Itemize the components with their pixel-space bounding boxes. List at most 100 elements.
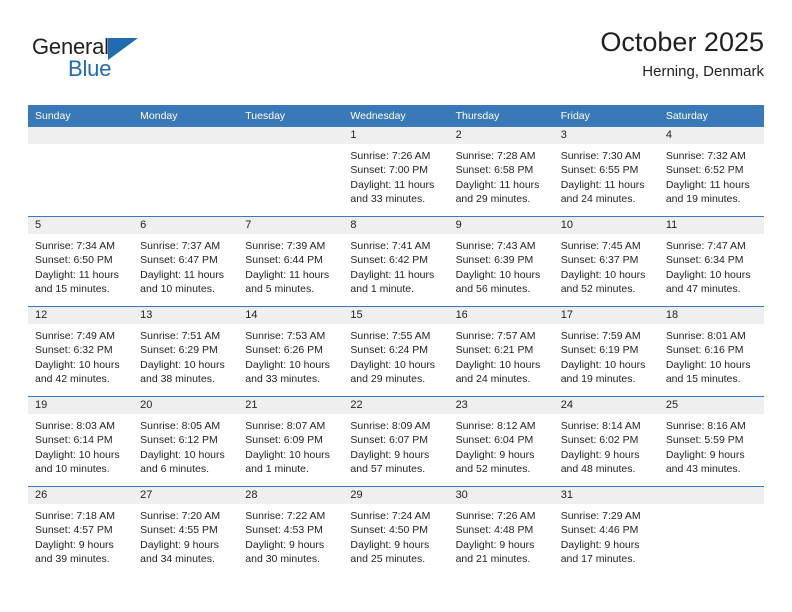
day-detail-text: Sunrise: 7:28 AM Sunset: 6:58 PM Daylight:…	[449, 144, 554, 207]
day-detail-text: Sunrise: 7:43 AM Sunset: 6:39 PM Daylight:…	[449, 234, 554, 297]
daylight-text-cont: and 33 minutes.	[350, 193, 426, 206]
sunrise-text: Sunrise: 7:32 AM	[665, 150, 746, 162]
calendar-day-cell[interactable]: 28 Sunrise: 7:22 AM Sunset: 4:53 PM Dayligh…	[238, 486, 344, 576]
day-number: 25	[658, 397, 764, 414]
daylight-text-cont: and 19 minutes.	[665, 193, 741, 206]
calendar-day-cell[interactable]: 22 Sunrise: 8:09 AM Sunset: 6:07 PM Dayligh…	[343, 396, 449, 487]
day-number: 30	[448, 487, 554, 504]
sunrise-text: Sunrise: 7:26 AM	[455, 510, 536, 522]
daylight-text-cont: and 19 minutes.	[560, 373, 636, 386]
calendar-day-cell[interactable]: 7 Sunrise: 7:39 AM Sunset: 6:44 PM Daylight…	[238, 216, 344, 307]
calendar-day-cell[interactable]: 1 Sunrise: 7:26 AM Sunset: 7:00 PM Daylight…	[343, 127, 449, 217]
day-detail-text: Sunrise: 8:07 AM Sunset: 6:09 PM Daylight:…	[238, 414, 343, 477]
day-detail-text: Sunrise: 7:49 AM Sunset: 6:32 PM Daylight:…	[28, 324, 133, 387]
day-number: 12	[28, 307, 134, 324]
day-detail-text: Sunrise: 7:26 AM Sunset: 7:00 PM Daylight:…	[343, 144, 448, 207]
calendar-day-cell[interactable]: 12 Sunrise: 7:49 AM Sunset: 6:32 PM Dayligh…	[28, 306, 134, 397]
day-detail-text: Sunrise: 7:22 AM Sunset: 4:53 PM Daylight:…	[238, 504, 343, 567]
day-number: 18	[658, 307, 764, 324]
daylight-text-cont: and 21 minutes.	[455, 553, 531, 566]
day-number: 4	[658, 127, 764, 144]
calendar-day-cell[interactable]: 21 Sunrise: 8:07 AM Sunset: 6:09 PM Dayligh…	[238, 396, 344, 487]
day-detail-text: Sunrise: 7:45 AM Sunset: 6:37 PM Daylight:…	[554, 234, 659, 297]
calendar-day-cell[interactable]: 20 Sunrise: 8:05 AM Sunset: 6:12 PM Dayligh…	[133, 396, 239, 487]
calendar-day-cell[interactable]: 26 Sunrise: 7:18 AM Sunset: 4:57 PM Dayligh…	[28, 486, 134, 576]
day-detail-text: Sunrise: 7:20 AM Sunset: 4:55 PM Daylight:…	[133, 504, 238, 567]
day-number: 8	[343, 217, 449, 234]
day-detail-text: Sunrise: 7:57 AM Sunset: 6:21 PM Daylight:…	[449, 324, 554, 387]
day-number: 26	[28, 487, 134, 504]
daylight-text-cont: and 56 minutes.	[455, 283, 531, 296]
sunset-text: Sunset: 6:24 PM	[350, 344, 429, 357]
sunset-text: Sunset: 4:57 PM	[35, 524, 113, 537]
daylight-text-cont: and 15 minutes.	[35, 283, 110, 296]
calendar-day-cell[interactable]: 16 Sunrise: 7:57 AM Sunset: 6:21 PM Dayligh…	[448, 306, 554, 397]
day-detail-text: Sunrise: 8:05 AM Sunset: 6:12 PM Daylight:…	[133, 414, 238, 477]
calendar-day-cell[interactable]: 6 Sunrise: 7:37 AM Sunset: 6:47 PM Daylight…	[133, 216, 239, 307]
day-detail-text: Sunrise: 7:53 AM Sunset: 6:26 PM Daylight:…	[238, 324, 343, 387]
calendar-day-cell[interactable]: 15 Sunrise: 7:55 AM Sunset: 6:24 PM Dayligh…	[343, 306, 449, 397]
daylight-text: Daylight: 11 hours	[350, 178, 435, 191]
sunset-text: Sunset: 6:12 PM	[140, 434, 218, 447]
calendar-day-cell[interactable]: 27 Sunrise: 7:20 AM Sunset: 4:55 PM Dayligh…	[133, 486, 239, 576]
daylight-text: Daylight: 10 hours	[245, 448, 330, 461]
day-number: 27	[133, 487, 239, 504]
sunrise-text: Sunrise: 8:09 AM	[350, 420, 431, 432]
sunrise-text: Sunrise: 8:16 AM	[665, 420, 746, 432]
day-number: 17	[553, 307, 659, 324]
calendar-day-cell[interactable]: 5 Sunrise: 7:34 AM Sunset: 6:50 PM Daylight…	[28, 216, 134, 307]
day-number: 11	[658, 217, 764, 234]
sunrise-text: Sunrise: 7:59 AM	[560, 330, 641, 342]
logo-triangle-icon	[108, 38, 138, 60]
calendar-day-cell[interactable]: 14 Sunrise: 7:53 AM Sunset: 6:26 PM Dayligh…	[238, 306, 344, 397]
sunset-text: Sunset: 6:09 PM	[245, 434, 323, 447]
daylight-text-cont: and 17 minutes.	[560, 553, 636, 566]
day-detail-text: Sunrise: 7:59 AM Sunset: 6:19 PM Daylight:…	[554, 324, 659, 387]
daylight-text: Daylight: 10 hours	[140, 448, 225, 461]
sunset-text: Sunset: 6:37 PM	[560, 254, 639, 267]
calendar-day-cell[interactable]: 18 Sunrise: 8:01 AM Sunset: 6:16 PM Dayligh…	[658, 306, 764, 397]
sunset-text: Sunset: 7:00 PM	[350, 164, 429, 177]
sunset-text: Sunset: 6:21 PM	[455, 344, 534, 357]
daylight-text: Daylight: 9 hours	[35, 538, 114, 551]
calendar-day-cell[interactable]: 11 Sunrise: 7:47 AM Sunset: 6:34 PM Dayligh…	[658, 216, 764, 307]
daylight-text: Daylight: 9 hours	[245, 538, 325, 551]
calendar-day-cell[interactable]: 25 Sunrise: 8:16 AM Sunset: 5:59 PM Dayligh…	[658, 396, 764, 487]
day-number: 23	[448, 397, 554, 414]
calendar-day-cell[interactable]: 17 Sunrise: 7:59 AM Sunset: 6:19 PM Dayligh…	[553, 306, 659, 397]
calendar-day-cell[interactable]: 19 Sunrise: 8:03 AM Sunset: 6:14 PM Dayligh…	[28, 396, 134, 487]
sunrise-text: Sunrise: 7:28 AM	[455, 150, 536, 162]
day-number: 7	[238, 217, 344, 234]
sunrise-text: Sunrise: 7:26 AM	[350, 150, 431, 162]
calendar-day-cell[interactable]: 4 Sunrise: 7:32 AM Sunset: 6:52 PM Daylight…	[658, 127, 764, 217]
day-detail-text: Sunrise: 8:03 AM Sunset: 6:14 PM Daylight:…	[28, 414, 133, 477]
calendar-day-cell[interactable]: 31 Sunrise: 7:29 AM Sunset: 4:46 PM Dayligh…	[553, 486, 659, 576]
sunrise-text: Sunrise: 8:12 AM	[455, 420, 536, 432]
daylight-text: Daylight: 9 hours	[560, 538, 640, 551]
general-blue-logo[interactable]: General Blue	[32, 34, 162, 86]
daylight-text-cont: and 42 minutes.	[35, 373, 110, 386]
daylight-text: Daylight: 9 hours	[140, 538, 219, 551]
day-number: 3	[553, 127, 659, 144]
calendar-day-cell-empty	[238, 127, 344, 217]
daylight-text-cont: and 34 minutes.	[140, 553, 215, 566]
calendar-day-cell[interactable]: 30 Sunrise: 7:26 AM Sunset: 4:48 PM Dayligh…	[448, 486, 554, 576]
day-number: 22	[343, 397, 449, 414]
calendar-day-cell[interactable]: 9 Sunrise: 7:43 AM Sunset: 6:39 PM Daylight…	[448, 216, 554, 307]
sunrise-text: Sunrise: 7:24 AM	[350, 510, 431, 522]
day-number	[133, 127, 239, 144]
calendar-day-cell[interactable]: 13 Sunrise: 7:51 AM Sunset: 6:29 PM Dayligh…	[133, 306, 239, 397]
calendar-day-cell[interactable]: 3 Sunrise: 7:30 AM Sunset: 6:55 PM Daylight…	[553, 127, 659, 217]
calendar-day-cell[interactable]: 8 Sunrise: 7:41 AM Sunset: 6:42 PM Daylight…	[343, 216, 449, 307]
calendar-day-cell[interactable]: 10 Sunrise: 7:45 AM Sunset: 6:37 PM Dayligh…	[553, 216, 659, 307]
sunset-text: Sunset: 4:53 PM	[245, 524, 323, 537]
calendar-day-cell[interactable]: 23 Sunrise: 8:12 AM Sunset: 6:04 PM Dayligh…	[448, 396, 554, 487]
day-number: 13	[133, 307, 239, 324]
calendar-day-cell-empty	[133, 127, 239, 217]
calendar-day-cell[interactable]: 2 Sunrise: 7:28 AM Sunset: 6:58 PM Daylight…	[448, 127, 554, 217]
calendar-day-cell[interactable]: 29 Sunrise: 7:24 AM Sunset: 4:50 PM Dayligh…	[343, 486, 449, 576]
calendar-day-cell[interactable]: 24 Sunrise: 8:14 AM Sunset: 6:02 PM Dayligh…	[553, 396, 659, 487]
sunrise-text: Sunrise: 7:51 AM	[140, 330, 221, 342]
sunset-text: Sunset: 6:52 PM	[665, 164, 744, 177]
sunset-text: Sunset: 6:47 PM	[140, 254, 218, 267]
